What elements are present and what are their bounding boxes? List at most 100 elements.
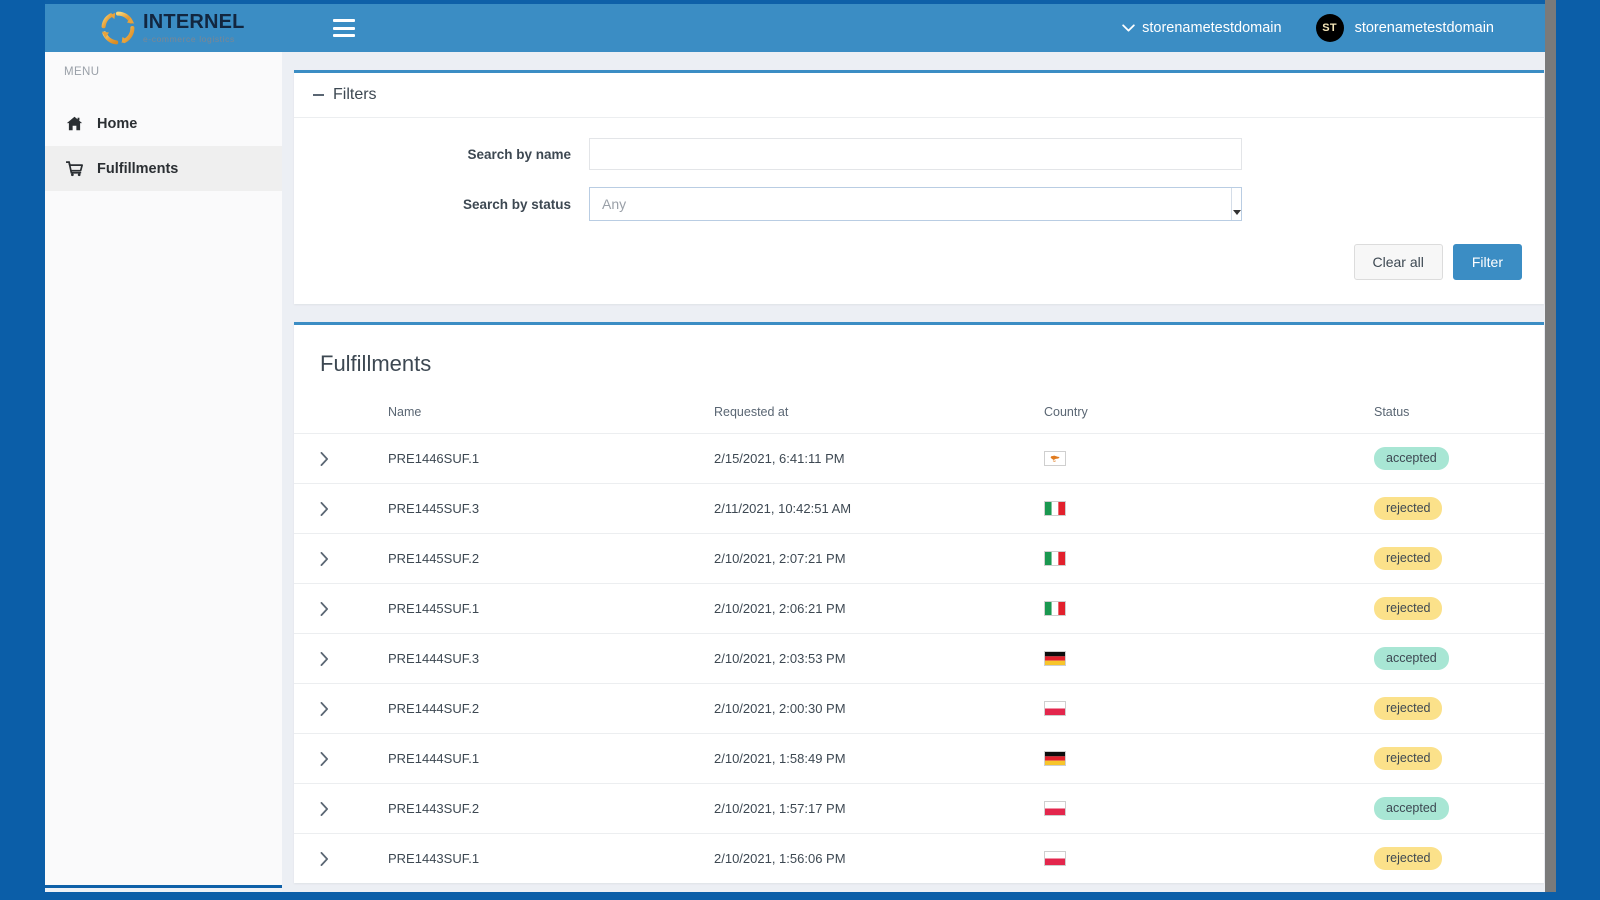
hamburger-bar: [333, 34, 355, 37]
hamburger-icon[interactable]: [333, 19, 355, 37]
filter-button[interactable]: Filter: [1452, 244, 1522, 280]
status-badge: rejected: [1374, 847, 1443, 870]
status-badge: accepted: [1374, 797, 1449, 820]
avatar[interactable]: ST: [1315, 14, 1344, 42]
row-expand-cell[interactable]: [294, 433, 388, 484]
vertical-scrollbar[interactable]: [1545, 0, 1556, 892]
flag-icon-it: [1044, 601, 1374, 616]
page-title: Fulfillments: [320, 351, 432, 376]
flag-icon-cy: [1044, 451, 1374, 466]
column-header-country: Country: [1044, 405, 1088, 419]
chevron-right-icon[interactable]: [320, 451, 388, 466]
chevron-right-icon[interactable]: [320, 751, 388, 766]
cell-status: accepted: [1374, 783, 1544, 834]
cell-requested-at: 2/10/2021, 2:06:21 PM: [714, 583, 1044, 634]
flag-icon-pl: [1044, 851, 1374, 866]
clear-all-button[interactable]: Clear all: [1353, 244, 1443, 280]
chevron-right-icon[interactable]: [320, 801, 388, 816]
sidebar-item-label: Fulfillments: [97, 160, 179, 177]
home-icon: [66, 115, 83, 132]
cell-country: [1044, 783, 1374, 834]
row-expand-cell[interactable]: [294, 583, 388, 634]
fulfillments-card: Fulfillments Name Requested at Country S…: [294, 322, 1544, 883]
cell-requested-at: 2/10/2021, 2:03:53 PM: [714, 633, 1044, 684]
row-expand-cell[interactable]: [294, 633, 388, 684]
sidebar-item-label: Home: [97, 115, 138, 132]
cell-country: [1044, 683, 1374, 734]
row-expand-cell[interactable]: [294, 783, 388, 834]
row-expand-cell[interactable]: [294, 533, 388, 584]
filters-header: Filters: [294, 73, 1544, 118]
cell-country: [1044, 483, 1374, 534]
chevron-down-icon: [1122, 24, 1135, 32]
fulfillments-table: Name Requested at Country Status PRE1446…: [294, 399, 1544, 883]
sidebar: MENU Home Fulfillments: [45, 52, 282, 888]
chevron-right-icon[interactable]: [320, 501, 388, 516]
sidebar-caption: MENU: [64, 66, 100, 78]
cell-country: [1044, 733, 1374, 784]
cell-country: [1044, 833, 1374, 883]
cell-status: rejected: [1374, 733, 1544, 784]
row-expand-cell[interactable]: [294, 483, 388, 534]
brand-logo[interactable]: INTERNEL e-commerce logistics: [100, 10, 245, 46]
scrollbar-thumb[interactable]: [1545, 0, 1556, 892]
cell-name: PRE1445SUF.2: [388, 533, 714, 584]
table-row[interactable]: PRE1443SUF.2 2/10/2021, 1:57:17 PM accepte…: [294, 783, 1544, 834]
filters-collapse-toggle[interactable]: Filters: [313, 86, 377, 104]
table-row[interactable]: PRE1444SUF.1 2/10/2021, 1:58:49 PM rejecte…: [294, 733, 1544, 784]
hamburger-bar: [333, 26, 355, 30]
row-expand-cell[interactable]: [294, 733, 388, 784]
store-switcher[interactable]: storenametestdomain: [1122, 20, 1315, 36]
filter-row-name: Search by name: [294, 138, 1544, 170]
column-header-name: Name: [388, 405, 422, 419]
filters-actions: Clear all Filter: [294, 238, 1544, 290]
chevron-right-icon[interactable]: [320, 851, 388, 866]
cell-status: rejected: [1374, 533, 1544, 584]
column-header-expand: [294, 399, 388, 434]
search-by-status-select[interactable]: Any: [589, 187, 1242, 221]
brand-tagline: e-commerce logistics: [143, 34, 235, 45]
flag-icon-pl: [1044, 701, 1374, 716]
chevron-right-icon[interactable]: [320, 651, 388, 666]
row-expand-cell[interactable]: [294, 683, 388, 734]
chevron-down-icon[interactable]: [1231, 188, 1241, 220]
sidebar-item-fulfillments[interactable]: Fulfillments: [45, 146, 282, 191]
flag-icon-de: [1044, 651, 1374, 666]
user-name[interactable]: storenametestdomain: [1355, 20, 1494, 36]
table-row[interactable]: PRE1444SUF.3 2/10/2021, 2:03:53 PM accepte…: [294, 633, 1544, 684]
cell-requested-at: 2/15/2021, 6:41:11 PM: [714, 433, 1044, 484]
cell-name: PRE1444SUF.3: [388, 633, 714, 684]
flag-icon-pl: [1044, 801, 1374, 816]
table-row[interactable]: PRE1444SUF.2 2/10/2021, 2:00:30 PM rejecte…: [294, 683, 1544, 734]
filters-body: Search by name Search by status Any Clea…: [294, 118, 1544, 304]
table-row[interactable]: PRE1445SUF.3 2/11/2021, 10:42:51 AM reject…: [294, 483, 1544, 534]
table-head: Name Requested at Country Status: [294, 399, 1544, 434]
cell-country: [1044, 433, 1374, 484]
cell-status: rejected: [1374, 683, 1544, 734]
minus-icon: [313, 94, 324, 96]
cell-status: rejected: [1374, 833, 1544, 883]
column-header-status: Status: [1374, 405, 1410, 419]
search-by-name-input[interactable]: [589, 138, 1242, 170]
chevron-right-icon[interactable]: [320, 601, 388, 616]
table-row[interactable]: PRE1446SUF.1 2/15/2021, 6:41:11 PM accepte…: [294, 433, 1544, 484]
cell-name: PRE1445SUF.3: [388, 483, 714, 534]
cell-name: PRE1445SUF.1: [388, 583, 714, 634]
row-expand-cell[interactable]: [294, 833, 388, 883]
filter-row-status: Search by status Any: [294, 187, 1544, 221]
status-badge: rejected: [1374, 597, 1443, 620]
sidebar-item-home[interactable]: Home: [45, 101, 282, 146]
table-body: PRE1446SUF.1 2/15/2021, 6:41:11 PM accepte…: [294, 433, 1544, 883]
cell-country: [1044, 583, 1374, 634]
hamburger-bar: [333, 19, 355, 22]
cell-name: PRE1443SUF.2: [388, 783, 714, 834]
store-switcher-label: storenametestdomain: [1142, 20, 1282, 36]
table-row[interactable]: PRE1445SUF.1 2/10/2021, 2:06:21 PM rejecte…: [294, 583, 1544, 634]
table-row[interactable]: PRE1443SUF.1 2/10/2021, 1:56:06 PM rejecte…: [294, 833, 1544, 883]
cell-requested-at: 2/11/2021, 10:42:51 AM: [714, 483, 1044, 534]
search-by-status-value: Any: [589, 187, 1242, 221]
chevron-right-icon[interactable]: [320, 701, 388, 716]
chevron-right-icon[interactable]: [320, 551, 388, 566]
flag-icon-it: [1044, 551, 1374, 566]
table-row[interactable]: PRE1445SUF.2 2/10/2021, 2:07:21 PM rejecte…: [294, 533, 1544, 584]
